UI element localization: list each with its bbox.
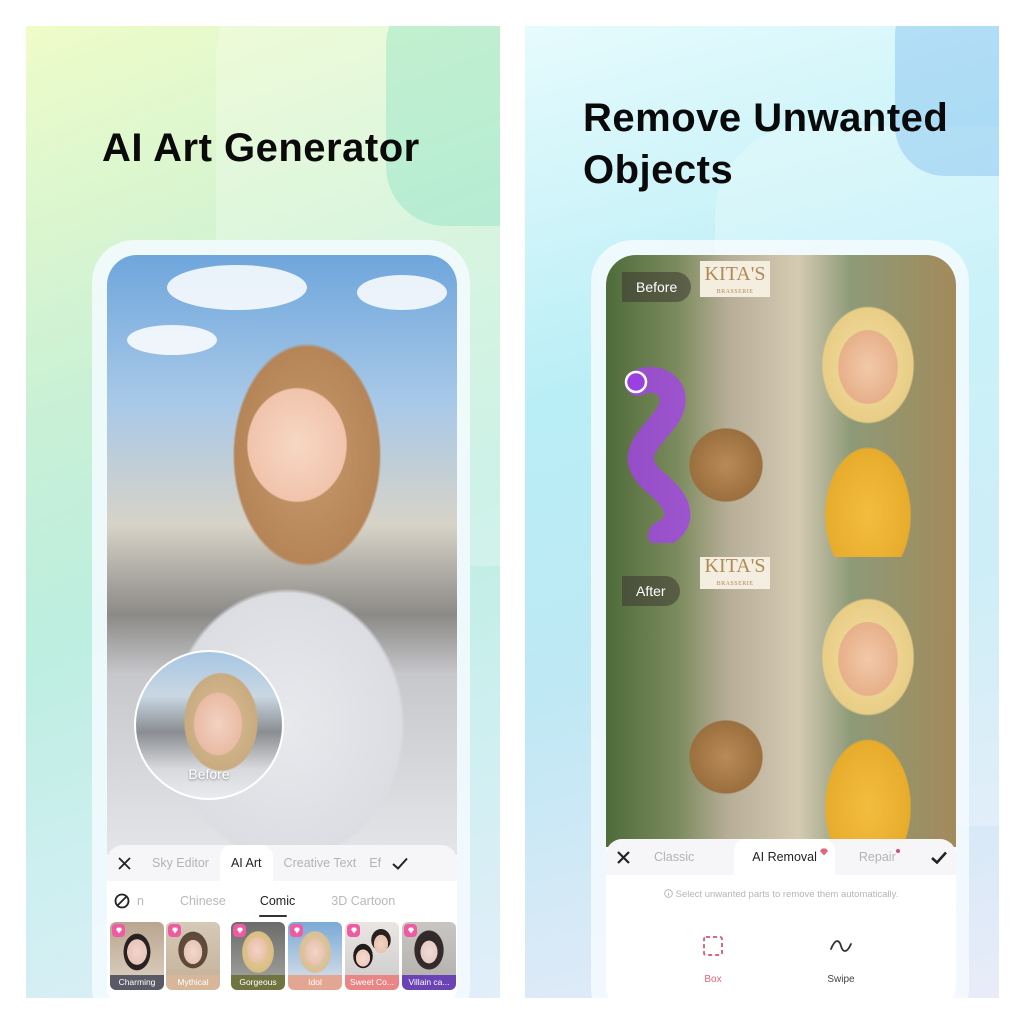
diamond-icon: [236, 927, 243, 934]
removal-tools-panel: Select unwanted parts to remove them aut…: [606, 875, 956, 998]
confirm-button[interactable]: [383, 845, 417, 881]
dashed-box-icon: [703, 936, 723, 956]
brush-cursor: [624, 370, 648, 394]
diamond-icon: [171, 927, 178, 934]
restaurant-sign: KITA'S BRASSERIE: [700, 261, 770, 297]
check-icon: [392, 857, 409, 870]
premium-badge: [112, 924, 125, 937]
removal-mode-tab-bar: Classic AI Removal Repair: [606, 839, 956, 875]
ai-art-panel: AI Art Generator Before Sky Editor AI Ar…: [26, 26, 500, 998]
phone-screen: Before Sky Editor AI Art Creative Text E…: [107, 255, 457, 998]
style-thumb-mythical[interactable]: Mythical: [166, 922, 220, 990]
style-thumb-idol[interactable]: Idol: [288, 922, 342, 990]
tool-label: Box: [704, 974, 722, 985]
style-caption: Villain ca...: [402, 975, 456, 990]
phone-screen: KITA'S BRASSERIE Before KITA'S BRASSERIE A…: [606, 255, 956, 998]
premium-badge: [290, 924, 303, 937]
diamond-icon: [350, 927, 357, 934]
notification-dot: [895, 849, 900, 853]
hint-label: Select unwanted parts to remove them aut…: [675, 889, 899, 900]
close-button[interactable]: [107, 845, 141, 881]
cloud: [357, 275, 447, 310]
style-category-tabs: n Chinese Comic 3D Cartoon: [107, 881, 457, 921]
style-thumb-charming[interactable]: Charming: [110, 922, 164, 990]
close-button[interactable]: [606, 839, 640, 875]
tab-sky-editor[interactable]: Sky Editor: [141, 845, 220, 881]
editor-tab-bar: Sky Editor AI Art Creative Text Ef: [107, 845, 457, 881]
close-icon: [616, 850, 630, 864]
tab-ai-removal[interactable]: AI Removal: [734, 839, 835, 875]
info-icon: [663, 889, 673, 898]
tab-classic[interactable]: Classic: [640, 839, 734, 875]
tab-ai-art[interactable]: AI Art: [219, 845, 273, 881]
style-tab-partial[interactable]: n: [137, 881, 150, 921]
premium-badge: [404, 924, 417, 937]
style-caption: Idol: [288, 975, 342, 990]
after-label: After: [622, 576, 680, 606]
sign-text: KITA'S: [704, 557, 766, 577]
tab-creative-text[interactable]: Creative Text: [273, 845, 368, 881]
brush-stroke: [624, 366, 691, 543]
tab-label: AI Removal: [752, 850, 817, 864]
tool-box[interactable]: Box: [673, 935, 753, 985]
no-effect-icon: [114, 893, 130, 909]
no-effect-button[interactable]: [107, 881, 137, 921]
style-tab-3d-cartoon[interactable]: 3D Cartoon: [307, 881, 407, 921]
close-icon: [117, 856, 131, 870]
premium-badge: [233, 924, 246, 937]
sign-subtext: BRASSERIE: [716, 289, 754, 295]
headline-line-2: Objects: [583, 148, 734, 192]
headline-line-1: Remove Unwanted: [583, 96, 949, 140]
before-label: Before: [622, 272, 692, 302]
diamond-icon: [407, 927, 414, 934]
hint-text: Select unwanted parts to remove them aut…: [606, 889, 956, 900]
phone-frame: KITA'S BRASSERIE Before KITA'S BRASSERIE A…: [591, 240, 969, 998]
cloud: [167, 265, 307, 310]
style-thumbnails: Charming Mythical Gorgeous Idol Sweet Co…: [107, 922, 457, 992]
style-caption: Mythical: [166, 975, 220, 990]
tool-label: Swipe: [827, 974, 855, 985]
restaurant-sign: KITA'S BRASSERIE: [700, 557, 770, 589]
style-tab-comic[interactable]: Comic: [238, 881, 307, 921]
premium-badge: [347, 924, 360, 937]
style-caption: Charming: [110, 975, 164, 990]
panel-headline: Remove Unwanted Objects: [583, 92, 948, 196]
phone-frame: Before Sky Editor AI Art Creative Text E…: [92, 240, 470, 998]
before-preview[interactable]: Before: [134, 650, 284, 800]
style-caption: Gorgeous: [231, 975, 285, 990]
style-thumb-villain[interactable]: Villain ca...: [402, 922, 456, 990]
premium-diamond-icon: [819, 848, 828, 856]
tab-effects[interactable]: Ef: [367, 845, 383, 881]
check-icon: [931, 851, 947, 864]
before-photo: KITA'S BRASSERIE Before: [606, 255, 956, 557]
cloud: [127, 325, 217, 355]
style-tab-chinese[interactable]: Chinese: [150, 881, 238, 921]
diamond-icon: [115, 927, 122, 934]
style-thumb-sweet-couple[interactable]: Sweet Co...: [345, 922, 399, 990]
sign-text: KITA'S: [704, 263, 766, 285]
panel-headline: AI Art Generator: [102, 126, 420, 170]
swipe-wave-icon: [830, 940, 852, 952]
sign-subtext: BRASSERIE: [716, 581, 754, 587]
style-thumb-gorgeous[interactable]: Gorgeous: [231, 922, 285, 990]
style-caption: Sweet Co...: [345, 975, 399, 990]
after-photo: KITA'S BRASSERIE After: [606, 557, 956, 847]
premium-badge: [168, 924, 181, 937]
tab-label: Repair: [858, 850, 896, 864]
confirm-button[interactable]: [922, 839, 956, 875]
object-removal-panel: Remove Unwanted Objects KITA'S BRASSERIE …: [525, 26, 999, 998]
before-label: Before: [188, 766, 230, 782]
tab-repair[interactable]: Repair: [835, 839, 906, 875]
diamond-icon: [293, 927, 300, 934]
tool-swipe[interactable]: Swipe: [801, 935, 881, 985]
